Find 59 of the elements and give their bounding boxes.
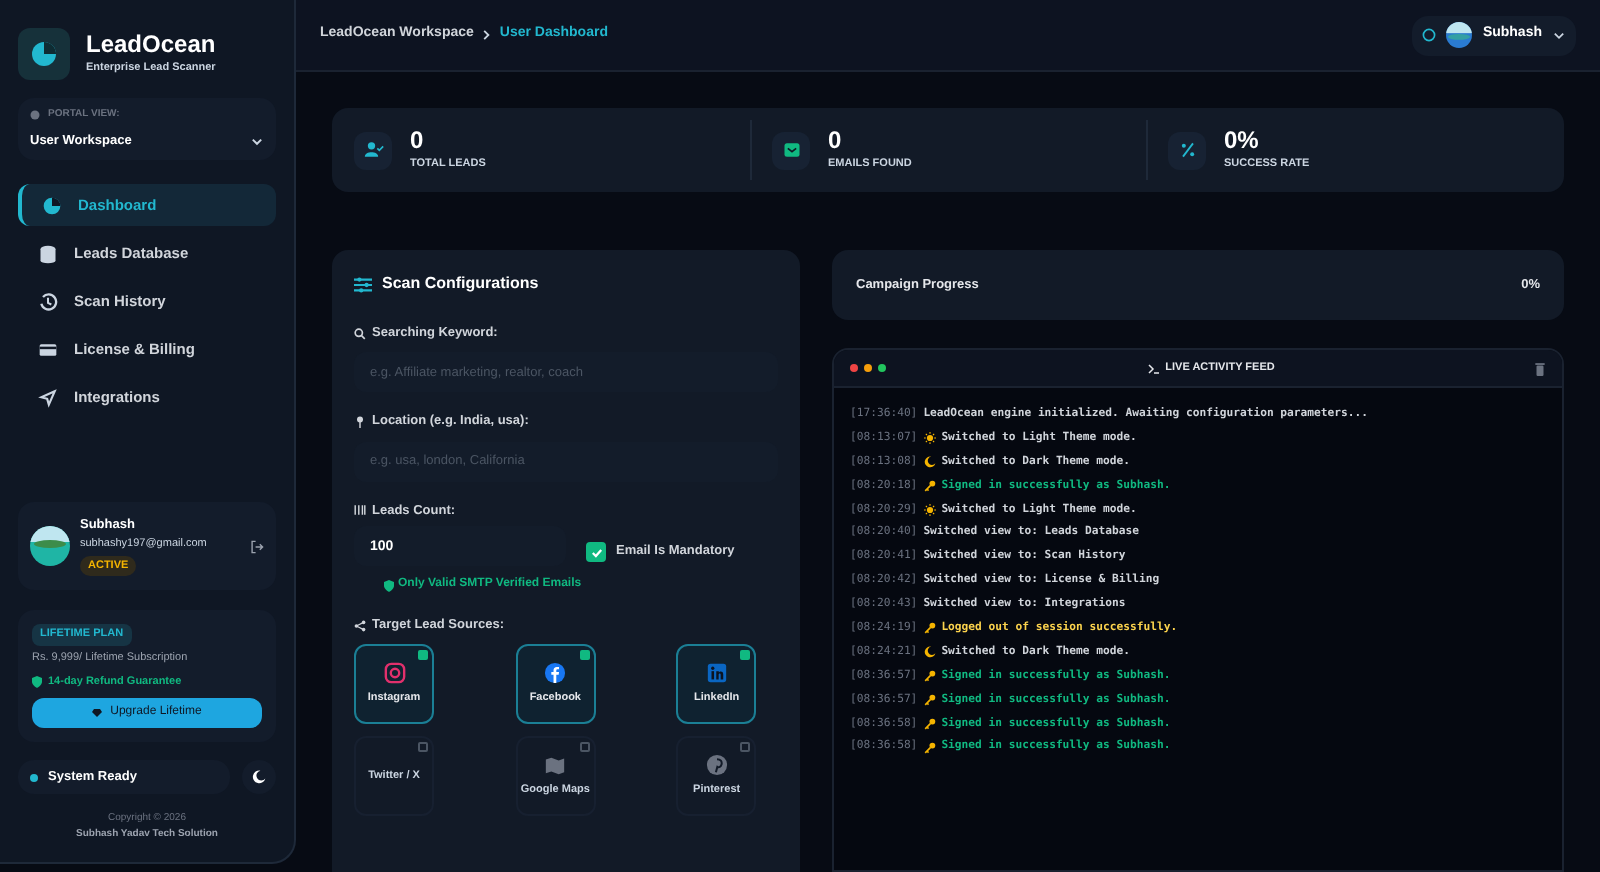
trash-icon (1534, 361, 1546, 375)
globe-icon (1422, 28, 1437, 42)
key-icon (923, 622, 936, 635)
checkbox[interactable] (740, 742, 751, 752)
stat-value: 0 (828, 127, 844, 152)
user-check-icon (363, 140, 383, 160)
camera-icon (383, 661, 405, 684)
logout-icon (250, 539, 264, 554)
moon-icon (252, 770, 266, 784)
credit-card-icon (38, 339, 58, 360)
status-dot-icon (30, 773, 38, 781)
pin-icon (354, 416, 366, 429)
logo-icon (18, 28, 70, 80)
checkbox[interactable] (579, 650, 590, 660)
checkbox[interactable] (579, 742, 590, 752)
info-icon (30, 110, 40, 121)
checkbox[interactable] (586, 542, 606, 563)
percent-icon (1177, 140, 1197, 160)
key-icon (923, 693, 936, 706)
diamond-icon (92, 708, 103, 718)
brand-name: LeadOcean (86, 30, 216, 61)
key-icon (923, 670, 936, 683)
shield-icon (32, 675, 42, 688)
checkbox[interactable] (418, 742, 428, 752)
chevron-down-icon (1552, 28, 1566, 42)
history-icon (38, 291, 58, 312)
key-icon (923, 479, 936, 492)
f-logo-icon (544, 661, 567, 684)
key-icon (923, 741, 936, 754)
chevron-right-icon (479, 28, 494, 42)
stat-value: 0% (1224, 127, 1261, 152)
panel-title: Scan Configurations (382, 272, 539, 296)
share-icon (354, 620, 366, 633)
checkbox[interactable] (418, 650, 428, 660)
in-logo-icon (705, 661, 728, 684)
database-icon (38, 243, 58, 264)
sliders-icon (354, 275, 372, 293)
search-icon (354, 327, 366, 340)
checkbox[interactable] (740, 650, 751, 660)
stat-value: 0 (410, 127, 426, 152)
send-icon (38, 387, 58, 408)
delete-button[interactable] (1534, 361, 1546, 375)
sun-icon (923, 503, 936, 516)
inbox-icon (781, 140, 801, 160)
sun-icon (923, 432, 936, 445)
pin-logo-icon (705, 753, 728, 776)
chevron-down-icon (250, 133, 264, 148)
check-icon (589, 545, 603, 560)
window-controls-icon (850, 364, 888, 372)
map-icon (544, 753, 567, 776)
list-icon (354, 504, 366, 517)
pie-chart-icon (42, 195, 62, 216)
logout-button[interactable] (250, 539, 264, 554)
moon-icon (923, 646, 936, 659)
theme-toggle-button[interactable] (242, 760, 276, 794)
key-icon (923, 717, 936, 730)
moon-icon (923, 456, 936, 469)
shield-icon (384, 579, 394, 592)
terminal-icon (1147, 363, 1160, 373)
